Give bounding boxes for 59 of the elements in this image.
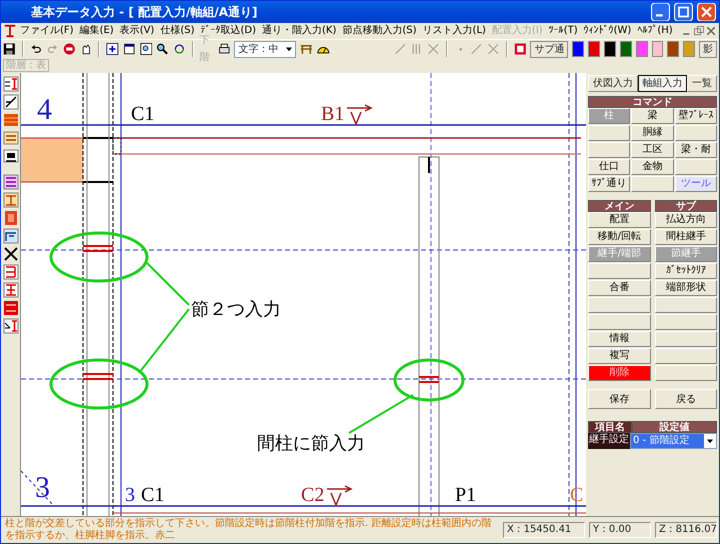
command-button[interactable]: 胴縁 — [631, 125, 674, 141]
annotation-text: 間柱に節入力 — [257, 433, 365, 454]
command-button[interactable]: 払込方向 — [654, 212, 717, 228]
menu-item: 配置入力(I) — [490, 24, 544, 38]
menu-item[interactable]: 通り・階入力(K) — [259, 23, 340, 39]
section-header: サブ — [654, 200, 717, 212]
command-button[interactable]: ｶﾞｾｯﾄｸﾘｱ — [654, 263, 717, 279]
grid-label: 4 — [37, 93, 52, 126]
shadow-button[interactable]: 影 — [699, 40, 718, 58]
coordinate-readout: Y : 0.00 — [589, 522, 651, 538]
panel-tab[interactable]: 軸組入力 — [638, 75, 688, 92]
menu-item[interactable]: 表示(V) — [116, 23, 158, 39]
command-button[interactable]: ツール — [674, 176, 717, 192]
menu-item[interactable]: ﾍﾙﾌﾟ(H) — [634, 23, 676, 39]
command-button[interactable]: 移動/回転 — [588, 229, 650, 245]
member-label: C1 — [141, 484, 164, 506]
member-label: C1 — [131, 103, 154, 125]
annotation-text: 節２つ入力 — [191, 299, 281, 320]
setting-dropdown[interactable]: 0 - 節階設定 — [630, 433, 717, 449]
window-title: 基本データ入力 - [ 配置入力/軸組/A通り] — [31, 4, 259, 21]
text-size-dropdown[interactable]: 文字：中 — [234, 40, 296, 58]
command-button[interactable]: 間柱継手 — [654, 229, 717, 245]
command-button[interactable]: 金物 — [631, 159, 674, 175]
property-name: 継手設定 — [588, 433, 630, 449]
menu-item[interactable]: ファイル(F) — [17, 23, 77, 39]
coordinate-readout: Z : 8116.07 — [655, 522, 717, 538]
member-label: B1 — [321, 103, 344, 125]
command-button[interactable]: 梁・耐 — [674, 142, 717, 158]
status-message: 柱と階が交差している部分を指示して下さい。節階設定時は節階柱付加階を指示. 距離設定時は柱範囲内の階を指示するか、柱脚柱脚を指示。赤二 — [4, 517, 492, 543]
column-header: 設定値 — [632, 421, 717, 433]
command-button[interactable]: 複写 — [588, 348, 650, 364]
menu-item[interactable]: 編集(E) — [76, 23, 117, 39]
panel-tab[interactable]: 一覧 — [687, 75, 718, 92]
command-button[interactable]: 合番 — [588, 280, 650, 296]
command-button[interactable]: 端部形状 — [654, 280, 717, 296]
member-label: C2 — [301, 484, 324, 506]
menu-item[interactable]: 節点移動入力(S) — [339, 23, 420, 39]
menu-item[interactable]: ｳｨﾝﾄﾞｳ(W) — [580, 23, 634, 39]
panel-tab[interactable]: 伏図入力 — [588, 75, 638, 92]
command-button[interactable]: 工区 — [631, 142, 674, 158]
menu-item[interactable]: リスト入力(L) — [420, 23, 489, 39]
menu-item[interactable]: 仕様(S) — [157, 23, 198, 39]
command-button[interactable]: 壁ﾌﾞﾚｰｽ — [674, 108, 717, 124]
save-button[interactable]: 保存 — [588, 389, 650, 409]
command-button[interactable]: 仕口 — [588, 159, 630, 175]
grid-label: 3 — [125, 484, 135, 506]
sub-grid-button[interactable]: サブ通 — [530, 40, 568, 58]
command-button[interactable]: 梁 — [631, 108, 674, 124]
back-button[interactable]: 戻る — [654, 389, 717, 409]
command-button[interactable]: ｻﾌﾞ通り — [588, 176, 630, 192]
command-button[interactable]: 配置 — [588, 212, 650, 228]
menu-item[interactable]: ﾂｰﾙ(T) — [546, 23, 581, 39]
coordinate-readout: X : 15450.41 — [503, 522, 585, 538]
section-header: メイン — [588, 200, 650, 212]
member-label: P1 — [455, 484, 476, 506]
command-button[interactable]: 情報 — [588, 331, 650, 347]
grid-label: 3 — [35, 471, 50, 504]
section-header: コマンド — [588, 96, 717, 108]
column-header: 項目名 — [588, 421, 632, 433]
